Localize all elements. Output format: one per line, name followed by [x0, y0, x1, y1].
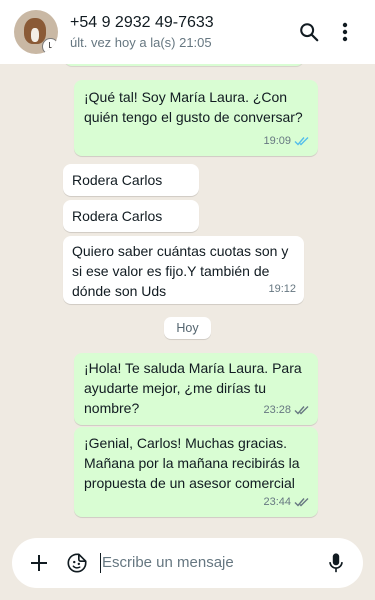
message-time: 19:09 — [263, 135, 291, 147]
message-outgoing[interactable]: ¡Hola! Te saluda María Laura. Para ayuda… — [74, 353, 318, 425]
contact-info[interactable]: +54 9 2932 49-7633 últ. vez hoy a la(s) … — [70, 14, 291, 50]
last-seen: últ. vez hoy a la(s) 21:05 — [70, 35, 212, 50]
avatar[interactable] — [14, 10, 58, 54]
message-incoming[interactable]: Quiero saber cuántas cuotas son y si ese… — [63, 236, 304, 304]
message-list[interactable]: ¡Qué tal! Soy María Laura. ¿Con quién te… — [0, 64, 375, 520]
plus-icon[interactable] — [26, 550, 52, 576]
message-time: 23:28 — [263, 404, 291, 416]
message-incoming[interactable]: Rodera Carlos 19:10 — [63, 164, 199, 211]
day-separator: Hoy — [164, 317, 211, 339]
message-time: 19:12 — [268, 283, 296, 295]
delivered-ticks-icon — [294, 498, 309, 507]
message-incoming[interactable]: Rodera Carlos 19:10 — [63, 200, 199, 247]
message-text: ¡Qué tal! Soy María Laura. ¿Con quién te… — [84, 89, 303, 125]
search-icon[interactable] — [291, 14, 327, 50]
message-meta: 19:12 — [268, 279, 296, 299]
more-vert-icon[interactable] — [327, 14, 363, 50]
previous-message-edge — [64, 64, 304, 66]
status-clock-icon — [42, 38, 58, 54]
message-composer: Escribe un mensaje — [12, 538, 363, 588]
mic-icon[interactable] — [323, 550, 349, 576]
message-text: Quiero saber cuántas cuotas son y si ese… — [72, 243, 289, 299]
message-text: Rodera Carlos — [72, 172, 163, 188]
sticker-icon[interactable] — [64, 550, 90, 576]
delivered-ticks-icon — [294, 406, 309, 415]
message-meta: 23:44 — [263, 492, 310, 512]
message-outgoing[interactable]: ¡Genial, Carlos! Muchas gracias. Mañana … — [74, 427, 318, 517]
message-text: Rodera Carlos — [72, 208, 163, 224]
chat-header: +54 9 2932 49-7633 últ. vez hoy a la(s) … — [0, 0, 375, 64]
read-ticks-icon — [294, 137, 309, 146]
message-meta: 23:28 — [263, 400, 310, 420]
dog-photo — [24, 18, 46, 44]
message-meta: 19:09 — [263, 131, 310, 151]
contact-name: +54 9 2932 49-7633 — [70, 14, 214, 31]
message-outgoing[interactable]: ¡Qué tal! Soy María Laura. ¿Con quién te… — [74, 80, 318, 156]
message-text: ¡Genial, Carlos! Muchas gracias. Mañana … — [84, 435, 300, 491]
message-input[interactable]: Escribe un mensaje — [100, 553, 323, 573]
message-time: 23:44 — [263, 496, 291, 508]
